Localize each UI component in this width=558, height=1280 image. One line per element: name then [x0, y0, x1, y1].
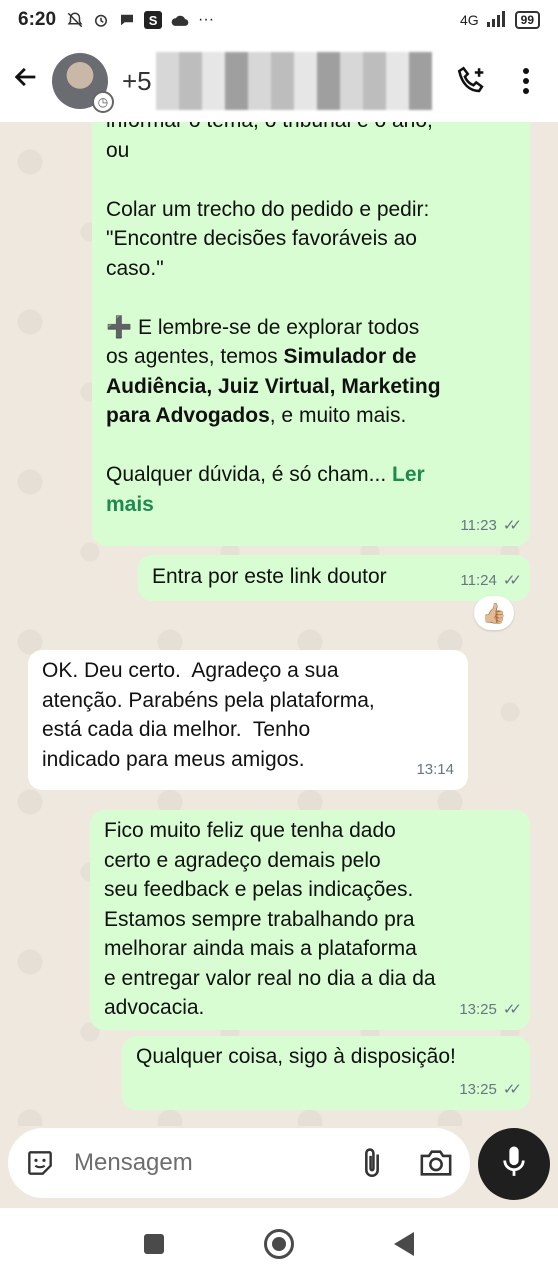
message-bubble-outgoing[interactable]: Entra por este link doutor 11:24 ✓✓ [138, 555, 530, 601]
muted-bell-icon [66, 11, 84, 29]
disappearing-timer-icon: ◷ [92, 91, 114, 113]
message-text: informar o tema, o tribunal e o ano, ou … [106, 122, 441, 516]
chat-area[interactable]: informar o tema, o tribunal e o ano, ou … [0, 122, 558, 1126]
signal-icon [486, 10, 507, 30]
message-text: Fico muito feliz que tenha dado certo e … [104, 819, 436, 1019]
message-bubble-outgoing[interactable]: Qualquer coisa, sigo à disposição! 13:25… [122, 1036, 530, 1110]
message-meta: 13:25 ✓✓ [459, 1075, 522, 1105]
message-bubble-outgoing[interactable]: informar o tema, o tribunal e o ano, ou … [92, 122, 530, 546]
message-meta: 11:24 ✓✓ [460, 566, 522, 596]
status-bar: 6:20 S ··· 4G 99 [0, 0, 558, 40]
message-input[interactable]: Mensagem [74, 1149, 356, 1177]
recents-button[interactable] [144, 1234, 164, 1254]
message-bubble-outgoing[interactable]: Fico muito feliz que tenha dado certo e … [90, 810, 530, 1030]
chat-bubble-icon [118, 11, 136, 29]
kebab-menu-icon[interactable] [506, 61, 546, 101]
message-composer: Mensagem [8, 1128, 470, 1198]
message-time: 11:24 [460, 571, 497, 589]
message-time: 13:25 [459, 1080, 497, 1098]
network-type: 4G [459, 12, 479, 28]
microphone-icon [501, 1145, 527, 1184]
sticker-icon[interactable] [24, 1147, 56, 1179]
arrow-left-icon[interactable] [12, 63, 46, 99]
plus-emoji: ➕ [106, 315, 133, 339]
message-meta: 13:14 [416, 755, 454, 785]
alarm-icon [92, 11, 110, 29]
s-app-icon: S [144, 11, 163, 29]
avatar[interactable]: ◷ [52, 53, 114, 113]
thumbs-up-reaction[interactable]: 👍🏼 [474, 596, 514, 630]
double-check-icon: ✓✓ [502, 516, 522, 534]
message-meta: 11:23 ✓✓ [460, 511, 522, 541]
message-meta: 13:25 ✓✓ [459, 995, 522, 1025]
status-icons: S ··· [66, 11, 214, 29]
paperclip-icon[interactable] [356, 1145, 388, 1181]
message-bubble-incoming[interactable]: OK. Deu certo. Agradeço a sua atenção. P… [28, 650, 468, 790]
message-text: OK. Deu certo. Agradeço a sua atenção. P… [42, 659, 375, 771]
add-call-icon[interactable] [452, 61, 492, 101]
system-nav-bar [0, 1208, 558, 1280]
contact-name[interactable]: +5 [122, 52, 432, 110]
back-button[interactable] [394, 1232, 414, 1256]
message-time: 11:23 [460, 516, 497, 534]
double-check-icon: ✓✓ [502, 1080, 522, 1098]
cloud-icon [170, 12, 190, 28]
message-time: 13:14 [416, 760, 454, 778]
microphone-button[interactable] [478, 1128, 550, 1200]
double-check-icon: ✓✓ [502, 1000, 522, 1018]
chat-header: ◷ +5 [0, 40, 558, 122]
message-time: 13:25 [459, 1000, 497, 1018]
more-notifications: ··· [198, 11, 215, 28]
status-time: 6:20 [18, 9, 57, 30]
message-text: Qualquer coisa, sigo à disposição! [136, 1045, 456, 1068]
battery-icon: 99 [514, 11, 540, 29]
contact-prefix: +5 [122, 65, 152, 96]
home-button[interactable] [264, 1229, 294, 1259]
double-check-icon: ✓✓ [502, 571, 522, 589]
camera-icon[interactable] [418, 1145, 454, 1181]
status-right: 4G 99 [459, 10, 540, 30]
blurred-contact-number [155, 52, 432, 110]
